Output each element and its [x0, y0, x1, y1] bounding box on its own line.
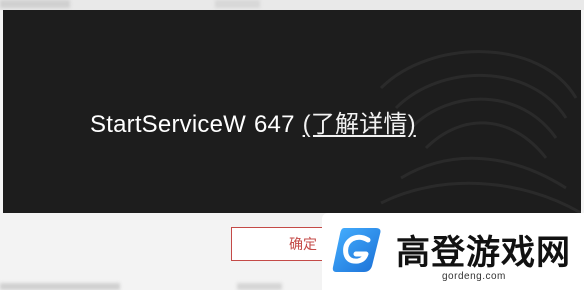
background-top-strip — [0, 0, 584, 10]
error-message: StartServiceW 647 (了解详情) — [90, 104, 416, 139]
blurred-background-text — [237, 283, 282, 290]
site-watermark: 高登游戏网 gordeng.com — [322, 213, 584, 290]
watermark-title: 高登游戏网 — [396, 233, 571, 273]
blurred-background-text — [215, 0, 260, 8]
error-code: 647 — [253, 111, 295, 138]
watermark-domain: gordeng.com — [442, 271, 506, 282]
gordeng-logo-icon — [332, 228, 381, 272]
blurred-background-text — [0, 283, 120, 290]
service-name: StartServiceW — [90, 111, 246, 138]
error-dialog: StartServiceW 647 (了解详情) — [3, 10, 581, 215]
details-link[interactable]: (了解详情) — [303, 104, 416, 139]
blurred-background-text — [0, 0, 70, 8]
